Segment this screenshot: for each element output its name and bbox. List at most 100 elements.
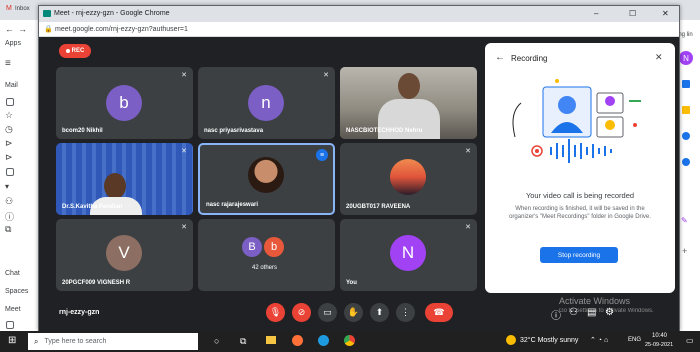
people-icon[interactable]: ⚇ <box>5 196 13 207</box>
captions-icon: ▭ <box>323 307 332 317</box>
tray-icons[interactable]: ⌃ ◔ ⌂ <box>590 336 608 344</box>
close-panel-icon[interactable]: ✕ <box>655 52 663 63</box>
participant-tile[interactable]: ≡ nasc rajarajeswari <box>198 143 335 215</box>
more-options-button[interactable]: ⋮ <box>396 303 415 322</box>
apps-bookmark[interactable]: Apps <box>5 40 21 47</box>
nav-back-icon[interactable]: ← <box>5 24 14 34</box>
participant-tile[interactable]: V ✕ 20PGCF009 VIGNESH R <box>56 219 193 291</box>
participant-name: 20PGCF009 VIGNESH R <box>62 280 131 286</box>
mic-off-icon: ✕ <box>181 72 187 79</box>
important-icon[interactable]: ⊳ <box>5 138 13 149</box>
sent-icon[interactable]: ⊳ <box>5 152 13 163</box>
present-button[interactable]: ⬆ <box>370 303 389 322</box>
participant-tile[interactable]: ✕ 20UGBT017 RAVEENA <box>340 143 477 215</box>
chrome-icon[interactable] <box>344 335 355 346</box>
avatar: n <box>248 85 284 121</box>
meet-favicon <box>43 10 51 17</box>
back-arrow-icon[interactable]: ← <box>495 52 505 63</box>
notification-icon[interactable]: ▭ <box>686 336 694 345</box>
mic-off-icon: ✕ <box>323 72 329 79</box>
drafts-icon[interactable] <box>6 168 14 176</box>
keep-icon[interactable] <box>682 106 690 114</box>
person-head <box>104 173 126 199</box>
nav-forward-icon[interactable]: → <box>18 24 27 34</box>
window-title: Meet - rnj-ezzy-gzn - Google Chrome <box>54 10 170 17</box>
self-tile[interactable]: N ✕ You <box>340 219 477 291</box>
sidebar-spaces[interactable]: Spaces <box>5 288 28 295</box>
clock-date[interactable]: 25-09-2021 <box>645 342 673 348</box>
add-addon-icon[interactable]: + <box>682 246 687 256</box>
forum-icon[interactable]: ⧉ <box>5 224 11 235</box>
inbox-icon[interactable] <box>6 98 14 106</box>
watermark-line1: Activate Windows <box>559 296 631 306</box>
windows-taskbar: ⊞ ⌕ Type here to search ○ ⧉ 32°C Mostly … <box>0 331 700 352</box>
lock-icon: 🔒 <box>44 26 53 33</box>
star-icon[interactable]: ☆ <box>5 110 13 121</box>
category-icon[interactable]: ▾ <box>5 182 9 191</box>
firefox-icon[interactable] <box>292 335 303 346</box>
rec-dot-icon <box>65 49 70 53</box>
search-icon: ⌕ <box>34 336 39 346</box>
addon-icon[interactable]: ✎ <box>681 216 688 225</box>
file-explorer-icon[interactable] <box>266 336 276 344</box>
url-text[interactable]: meet.google.com/rnj-ezzy-gzn?authuser=1 <box>55 26 188 33</box>
avatar: B <box>242 237 262 257</box>
info-icon[interactable]: ⓘ <box>5 210 14 223</box>
sidebar-chat[interactable]: Chat <box>5 270 20 277</box>
new-meeting-icon[interactable] <box>6 321 14 329</box>
others-tile[interactable]: B b 42 others <box>198 219 335 291</box>
person-head <box>398 73 420 99</box>
speaking-icon: ≡ <box>316 149 328 161</box>
participant-name: nasc rajarajeswari <box>206 202 259 208</box>
menu-icon[interactable]: ≡ <box>5 58 11 69</box>
calendar-icon[interactable] <box>682 80 690 88</box>
address-bar[interactable]: 🔒 meet.google.com/rnj-ezzy-gzn?authuser=… <box>39 22 679 37</box>
camera-toggle-button[interactable]: ⊘ <box>292 303 311 322</box>
cortana-icon[interactable]: ○ <box>214 336 219 346</box>
edge-icon[interactable] <box>318 335 329 346</box>
contacts-icon[interactable] <box>682 158 690 166</box>
mic-toggle-button[interactable]: 🎙 <box>266 303 285 322</box>
panel-body: When recording is finished, it will be s… <box>509 206 651 220</box>
meeting-code: rnj-ezzy-gzn <box>59 309 100 316</box>
close-button[interactable]: ✕ <box>662 9 669 18</box>
sidebar-mail[interactable]: Mail <box>5 82 18 89</box>
weather-icon <box>506 335 516 345</box>
captions-button[interactable]: ▭ <box>318 303 337 322</box>
chrome-window: Meet - rnj-ezzy-gzn - Google Chrome – ☐ … <box>38 5 680 331</box>
participant-name: nasc priyasrivastava <box>204 128 264 134</box>
participant-name: NASCBIOTECHHOD Nehru <box>346 128 423 134</box>
raise-hand-button[interactable]: ✋ <box>344 303 363 322</box>
start-icon[interactable]: ⊞ <box>8 335 16 346</box>
maximize-button[interactable]: ☐ <box>629 9 636 18</box>
recording-panel: ← Recording ✕ Your video call is being r… <box>485 43 675 293</box>
clock-icon[interactable]: ◷ <box>5 124 13 135</box>
title-bar: Meet - rnj-ezzy-gzn - Google Chrome – ☐ … <box>39 6 679 22</box>
sidebar-meet[interactable]: Meet <box>5 306 21 313</box>
hang-up-icon: ☎ <box>433 307 445 317</box>
leave-call-button[interactable]: ☎ <box>425 303 453 322</box>
weather-text[interactable]: 32°C Mostly sunny <box>520 337 578 344</box>
participant-tile[interactable]: ✕ Dr.S.Kavitha Pandian <box>56 143 193 215</box>
participant-tile[interactable]: b ✕ bcom20 Nikhil <box>56 67 193 139</box>
mic-off-icon: ✕ <box>181 148 187 155</box>
rec-badge: REC <box>59 44 91 58</box>
participant-tile[interactable]: n ✕ nasc priyasrivastava <box>198 67 335 139</box>
participant-tile[interactable]: NASCBIOTECHHOD Nehru <box>340 67 477 139</box>
task-view-icon[interactable]: ⧉ <box>240 336 246 347</box>
rec-label: REC <box>71 48 85 54</box>
hand-icon: ✋ <box>347 307 360 317</box>
gmail-icon: M <box>6 5 12 12</box>
language-indicator[interactable]: ENG <box>628 337 641 343</box>
minimize-button[interactable]: – <box>594 9 598 18</box>
stop-recording-button[interactable]: Stop recording <box>540 247 618 263</box>
avatar: b <box>106 85 142 121</box>
mic-off-icon: ✕ <box>465 148 471 155</box>
clock-time[interactable]: 10:40 <box>652 333 667 339</box>
taskbar-search[interactable]: ⌕ Type here to search <box>28 333 198 350</box>
tasks-icon[interactable] <box>682 132 690 140</box>
camera-off-icon: ⊘ <box>297 307 306 317</box>
gmail-tab-label[interactable]: Inbox <box>15 6 30 12</box>
more-vert-icon: ⋮ <box>401 307 410 317</box>
account-avatar[interactable]: N <box>679 51 693 65</box>
